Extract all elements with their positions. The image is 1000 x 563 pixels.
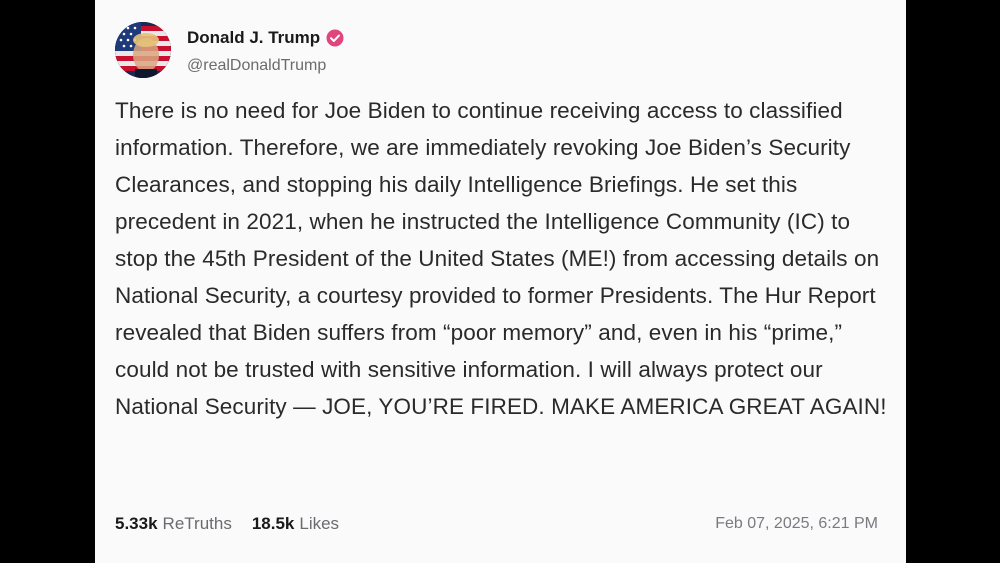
author-display-name[interactable]: Donald J. Trump (187, 28, 320, 48)
post-footer: 5.33k ReTruths 18.5k Likes Feb 07, 2025,… (115, 514, 878, 534)
likes-stat[interactable]: 18.5k Likes (252, 514, 339, 534)
author-handle[interactable]: @realDonaldTrump (187, 57, 344, 75)
likes-count: 18.5k (251, 514, 295, 533)
retruths-count: 5.33k (115, 514, 158, 533)
post-card: Donald J. Trump @realDonaldTrump There i… (95, 0, 906, 563)
author-names: Donald J. Trump @realDonaldTrump (187, 25, 344, 75)
verified-check-icon (326, 29, 344, 47)
name-row: Donald J. Trump (187, 25, 344, 51)
avatar[interactable] (115, 22, 171, 78)
retruths-stat[interactable]: 5.33k ReTruths (115, 514, 232, 534)
post-body-text: There is no need for Joe Biden to contin… (115, 98, 887, 419)
post-header: Donald J. Trump @realDonaldTrump (115, 22, 344, 78)
likes-label: Likes (299, 514, 340, 533)
post-timestamp[interactable]: Feb 07, 2025, 6:21 PM (715, 515, 878, 533)
retruths-label: ReTruths (162, 514, 232, 533)
